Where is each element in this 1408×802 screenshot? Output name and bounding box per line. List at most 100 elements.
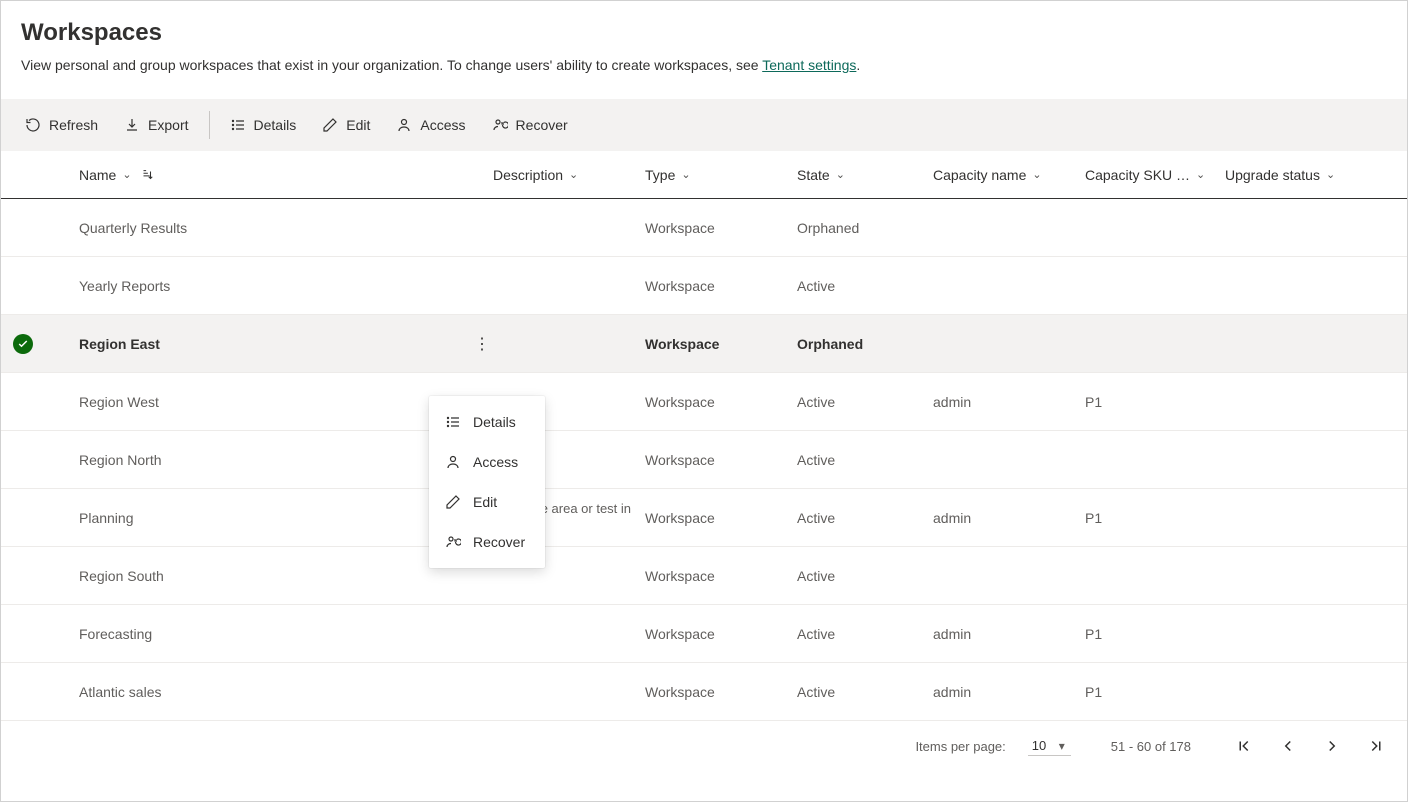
page-title: Workspaces [21, 19, 1387, 47]
list-icon [445, 414, 461, 430]
row-state: Orphaned [797, 220, 933, 236]
chevron-down-icon: ⌄ [681, 168, 690, 181]
chevron-right-icon [1323, 737, 1341, 755]
first-page-button[interactable] [1231, 733, 1257, 759]
person-icon [445, 454, 461, 470]
row-state: Active [797, 684, 933, 700]
row-capacity-name: admin [933, 626, 1085, 642]
menu-item-access-label: Access [473, 454, 518, 470]
items-per-page-label: Items per page: [915, 739, 1005, 754]
row-name: Region North [79, 452, 174, 468]
row-capacity-name: admin [933, 510, 1085, 526]
row-capacity-name: admin [933, 394, 1085, 410]
column-header-capacity-sku[interactable]: Capacity SKU … ⌄ [1085, 167, 1225, 183]
row-name: Region West [79, 394, 171, 410]
export-button[interactable]: Export [114, 111, 198, 139]
menu-item-details[interactable]: Details [429, 402, 545, 442]
row-name: Region East [79, 336, 172, 352]
row-name: Atlantic sales [79, 684, 173, 700]
row-name: Quarterly Results [79, 220, 199, 236]
recover-button[interactable]: Recover [482, 111, 578, 139]
chevron-down-icon: ⌄ [569, 168, 578, 181]
recover-label: Recover [516, 117, 568, 133]
details-button[interactable]: Details [220, 111, 307, 139]
row-state: Active [797, 394, 933, 410]
last-page-button[interactable] [1363, 733, 1389, 759]
menu-item-recover[interactable]: Recover [429, 522, 545, 562]
column-header-name[interactable]: Name ⌄ [73, 167, 493, 183]
row-capacity-sku: P1 [1085, 394, 1225, 410]
column-header-description[interactable]: Description ⌄ [493, 167, 645, 183]
column-header-type-label: Type [645, 167, 675, 183]
table-row[interactable]: Region West WorkspaceActiveadminP1 [1, 373, 1407, 431]
download-icon [124, 117, 140, 133]
prev-page-button[interactable] [1275, 733, 1301, 759]
row-name: Forecasting [79, 626, 164, 642]
next-page-button[interactable] [1319, 733, 1345, 759]
table-row[interactable]: Yearly ReportsWorkspaceActive [1, 257, 1407, 315]
person-icon [396, 117, 412, 133]
details-label: Details [254, 117, 297, 133]
chevron-left-icon [1279, 737, 1297, 755]
row-type: Workspace [645, 626, 797, 642]
column-header-state-label: State [797, 167, 830, 183]
row-state: Active [797, 626, 933, 642]
table-row[interactable]: Atlantic salesWorkspaceActiveadminP1 [1, 663, 1407, 721]
refresh-label: Refresh [49, 117, 98, 133]
table-row[interactable]: Forecasting WorkspaceActiveadminP1 [1, 605, 1407, 663]
row-type: Workspace [645, 452, 797, 468]
edit-button[interactable]: Edit [312, 111, 380, 139]
row-state: Active [797, 278, 933, 294]
table-row[interactable]: Quarterly ResultsWorkspaceOrphaned [1, 199, 1407, 257]
row-state: Orphaned [797, 336, 933, 352]
table-row[interactable]: PlanningorkSpace area or test in BBTWork… [1, 489, 1407, 547]
chevron-down-icon: ⌄ [1196, 168, 1205, 181]
row-name: Region South [79, 568, 176, 584]
column-header-upgrade-status-label: Upgrade status [1225, 167, 1320, 183]
last-page-icon [1367, 737, 1385, 755]
row-more-button[interactable]: ⋮ [471, 334, 493, 354]
row-context-menu: Details Access Edit Recover [429, 396, 545, 568]
refresh-button[interactable]: Refresh [15, 111, 108, 139]
recover-icon [445, 534, 461, 550]
chevron-down-icon: ⌄ [1032, 168, 1041, 181]
row-type: Workspace [645, 394, 797, 410]
row-select-cell[interactable] [13, 334, 73, 354]
checkmark-icon [13, 334, 33, 354]
recover-icon [492, 117, 508, 133]
chevron-down-icon: ⌄ [1326, 168, 1335, 181]
column-header-type[interactable]: Type ⌄ [645, 167, 797, 183]
table-row[interactable]: Region East ⋮ WorkspaceOrphaned [1, 315, 1407, 373]
column-header-description-label: Description [493, 167, 563, 183]
access-button[interactable]: Access [386, 111, 475, 139]
page-description-prefix: View personal and group workspaces that … [21, 57, 762, 73]
row-type: Workspace [645, 684, 797, 700]
list-icon [230, 117, 246, 133]
page-description-suffix: . [856, 57, 860, 73]
access-label: Access [420, 117, 465, 133]
table-row[interactable]: Region NorthWorkspaceActive [1, 431, 1407, 489]
table-row[interactable]: Region South WorkspaceActive [1, 547, 1407, 605]
refresh-icon [25, 117, 41, 133]
items-per-page-select[interactable]: 10 [1028, 736, 1071, 756]
menu-item-access[interactable]: Access [429, 442, 545, 482]
column-header-name-label: Name [79, 167, 116, 183]
page-description: View personal and group workspaces that … [21, 57, 1387, 99]
chevron-down-icon: ⌄ [122, 168, 131, 181]
pencil-icon [322, 117, 338, 133]
row-type: Workspace [645, 336, 797, 352]
row-state: Active [797, 568, 933, 584]
row-type: Workspace [645, 568, 797, 584]
menu-item-edit-label: Edit [473, 494, 497, 510]
column-header-state[interactable]: State ⌄ [797, 167, 933, 183]
page-range-label: 51 - 60 of 178 [1111, 739, 1191, 754]
menu-item-edit[interactable]: Edit [429, 482, 545, 522]
column-header-upgrade-status[interactable]: Upgrade status ⌄ [1225, 167, 1365, 183]
workspaces-table: Name ⌄ Description ⌄ Type ⌄ State ⌄ Capa… [1, 151, 1407, 721]
row-state: Active [797, 510, 933, 526]
row-capacity-sku: P1 [1085, 510, 1225, 526]
column-header-capacity-name[interactable]: Capacity name ⌄ [933, 167, 1085, 183]
row-capacity-sku: P1 [1085, 626, 1225, 642]
tenant-settings-link[interactable]: Tenant settings [762, 57, 856, 73]
column-header-capacity-name-label: Capacity name [933, 167, 1026, 183]
